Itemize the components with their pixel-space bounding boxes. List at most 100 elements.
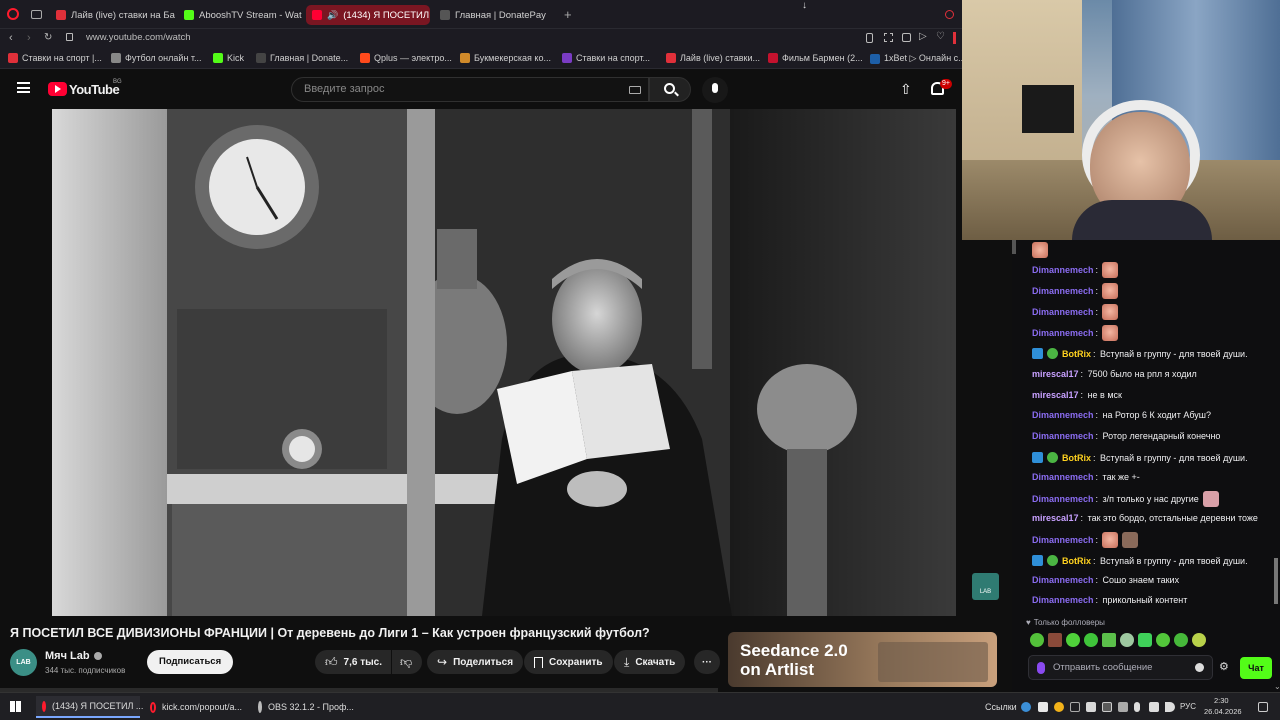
clock-date[interactable]: 26.04.2026	[1204, 707, 1242, 716]
keyboard-icon[interactable]	[629, 86, 641, 94]
emote-icon[interactable]	[1084, 633, 1098, 647]
tray-cloud-icon[interactable]	[1021, 702, 1031, 712]
chat-message: Dimannemech: прикольный контент	[1032, 595, 1188, 605]
bookmark-5[interactable]: Букмекерская ко...	[460, 53, 551, 63]
bookmark-1[interactable]: Футбол онлайн т...	[111, 53, 202, 63]
tray-app-icon[interactable]	[1054, 702, 1064, 712]
forward-icon[interactable]: ›	[27, 32, 31, 44]
chat-message: BotRix: Вступай в группу - для твоей душ…	[1032, 452, 1248, 463]
emote-icon[interactable]	[1174, 633, 1188, 647]
bookmark-6[interactable]: Ставки на спорт...	[562, 53, 650, 63]
heart-icon[interactable]: ♡	[936, 31, 945, 42]
chat-input[interactable]: Отправить сообщение	[1028, 655, 1213, 680]
channel-name[interactable]: Мяч Lab	[45, 650, 102, 662]
bookmark-favicon-icon	[360, 53, 370, 63]
subscribe-button[interactable]: Подписаться	[147, 650, 234, 674]
emote-icon[interactable]	[1192, 633, 1206, 647]
tray-app-icon[interactable]	[1118, 702, 1128, 712]
save-button[interactable]: Сохранить	[524, 650, 613, 674]
kick-favicon-icon	[184, 10, 194, 20]
taskbar-app-2[interactable]: OBS 32.1.2 - Проф...	[252, 696, 356, 718]
video-frame	[52, 109, 956, 616]
chat-scrollbar-right[interactable]	[1274, 558, 1278, 604]
snapshot-icon[interactable]	[884, 33, 893, 42]
language-indicator[interactable]: РУС	[1180, 702, 1196, 711]
back-icon[interactable]: ‹	[9, 32, 13, 44]
share-button[interactable]: ↪ Поделиться	[427, 650, 524, 674]
url-field[interactable]: www.youtube.com/watch	[86, 32, 191, 43]
easy-setup-icon[interactable]	[945, 10, 954, 19]
emote-icon	[1122, 532, 1139, 548]
ad-title-line-1: Seedance 2.0	[740, 641, 848, 660]
links-toolbar[interactable]: Ссылки	[985, 702, 1017, 712]
emote-icon	[1102, 325, 1119, 341]
bookmark-0[interactable]: Ставки на спорт |...	[8, 53, 102, 63]
emote-icon[interactable]	[1102, 633, 1116, 647]
clock-time[interactable]: 2:30	[1214, 696, 1229, 705]
tray-app-icon[interactable]	[1070, 702, 1080, 712]
new-tab-button[interactable]: +	[564, 7, 572, 22]
bookmark-9[interactable]: 1xBet ▷ Онлайн с...	[870, 53, 966, 64]
youtube-favicon-icon	[312, 10, 322, 20]
tab-1[interactable]: AbooshTV Stream - Watch	[178, 5, 302, 25]
menu-icon[interactable]	[17, 82, 30, 93]
voice-search-button[interactable]	[702, 77, 728, 103]
workspaces-icon[interactable]	[31, 10, 42, 19]
vpn-icon[interactable]	[902, 33, 911, 42]
dislike-button[interactable]: 👎︎	[392, 650, 422, 674]
bookmark-3[interactable]: Главная | Donate...	[256, 53, 348, 63]
bookmark-favicon-icon	[213, 53, 223, 63]
search-input[interactable]: Введите запрос	[291, 77, 649, 102]
tab-3[interactable]: Главная | DonatePay	[434, 5, 558, 25]
bookmark-7[interactable]: Лайв (live) ставки...	[666, 53, 760, 63]
bookmark-favicon-icon	[8, 53, 18, 63]
chat-scroll-down-icon[interactable]: ⌄	[1274, 682, 1280, 691]
pin-icon[interactable]	[866, 33, 873, 43]
upload-icon[interactable]: ⇧	[900, 81, 912, 98]
youtube-logo-icon[interactable]	[48, 82, 67, 96]
ad-banner[interactable]: Seedance 2.0 on Artlist	[728, 632, 997, 687]
emoji-icon[interactable]	[1195, 663, 1204, 672]
tray-mic-icon[interactable]	[1134, 702, 1140, 712]
tab-0[interactable]: Лайв (live) ставки на Бас	[50, 5, 175, 25]
taskbar-app-0[interactable]: (1434) Я ПОСЕТИЛ ...	[36, 696, 143, 718]
tray-network-icon[interactable]	[1149, 702, 1159, 712]
emote-icon	[1102, 262, 1119, 278]
taskbar-app-1[interactable]: kick.com/popout/a...	[144, 696, 248, 718]
bookmark-2[interactable]: Kick	[213, 53, 244, 63]
play-icon[interactable]: ▷	[919, 31, 927, 42]
youtube-logo-text[interactable]: YouTube	[69, 82, 120, 97]
tray-app-icon[interactable]	[1038, 702, 1048, 712]
chat-send-button[interactable]: Чат	[1240, 657, 1272, 679]
like-button[interactable]: 👍︎ 7,6 тыс.	[315, 650, 391, 674]
emote-icon[interactable]	[1120, 633, 1134, 647]
windows-start-icon[interactable]	[10, 701, 21, 712]
more-actions-button[interactable]: ···	[694, 650, 720, 674]
emote-icon[interactable]	[1048, 633, 1062, 647]
reload-icon[interactable]: ↻	[44, 32, 52, 43]
obs-icon	[258, 701, 262, 713]
speaker-icon[interactable]: 🔊	[327, 10, 338, 21]
bookmark-8[interactable]: Фильм Бармен (2...	[768, 53, 863, 63]
bookmark-4[interactable]: Qplus — электро...	[360, 53, 452, 63]
emote-icon	[1102, 283, 1119, 299]
opera-logo-icon[interactable]	[7, 8, 19, 20]
channel-avatar[interactable]: LAB	[10, 649, 37, 676]
notification-center-icon[interactable]	[1258, 702, 1268, 712]
tray-app-icon[interactable]	[1086, 702, 1096, 712]
search-button[interactable]	[649, 77, 691, 102]
bookmark-favicon-icon	[768, 53, 778, 63]
download-button[interactable]: ⤓ Скачать	[614, 650, 686, 674]
chat-scrollbar[interactable]	[1012, 240, 1016, 254]
video-player[interactable]: LAB	[52, 109, 956, 616]
emote-icon[interactable]	[1030, 633, 1044, 647]
emote-icon[interactable]	[1156, 633, 1170, 647]
emote-icon[interactable]	[1138, 633, 1152, 647]
chat-settings-icon[interactable]: ⚙	[1219, 660, 1229, 673]
emote-icon[interactable]	[1066, 633, 1080, 647]
tray-volume-icon[interactable]	[1165, 702, 1175, 712]
tray-app-icon[interactable]	[1102, 702, 1112, 712]
channel-watermark-badge[interactable]: LAB	[972, 573, 999, 600]
tab-2-active[interactable]: 🔊(1434) Я ПОСЕТИЛ ВС	[306, 5, 430, 25]
chat-message: Dimannemech:	[1032, 283, 1119, 299]
